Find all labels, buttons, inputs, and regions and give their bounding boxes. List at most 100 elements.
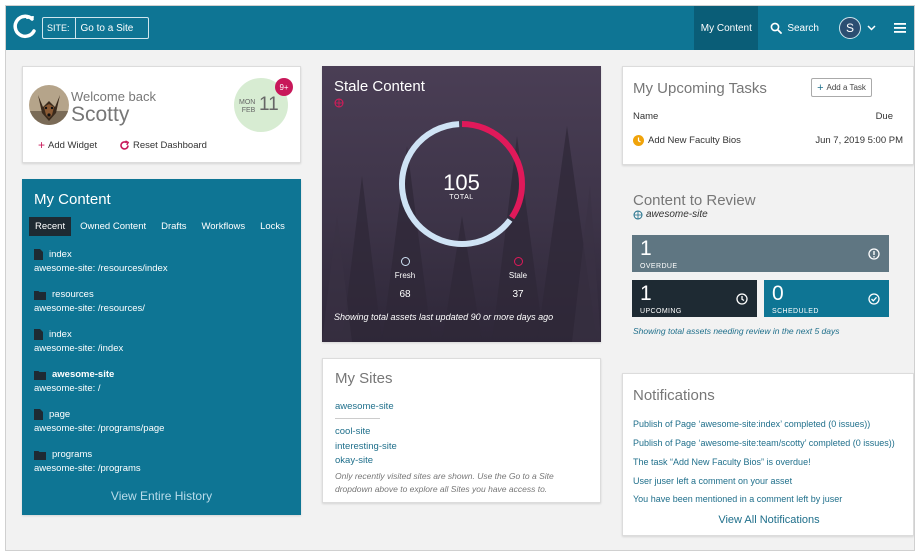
notifications-widget: Notifications Publish of Page ‘awesome-s… [622,373,914,536]
list-item-path: awesome-site: /programs [34,463,141,474]
list-item[interactable]: resources awesome-site: /resources/ [34,289,145,314]
upcoming-tasks-title: My Upcoming Tasks [633,80,767,97]
list-item-name: resources [52,289,94,300]
column-header-name: Name [633,111,659,122]
cascade-logo-icon[interactable] [12,14,38,40]
notification-item[interactable]: User juser left a comment on your asset [633,476,792,486]
overdue-label: OVERDUE [640,263,678,270]
sites-note: Only recently visited sites are shown. U… [335,471,554,494]
total-count: 105 [443,170,480,195]
user-name: Scotty [71,103,130,126]
welcome-card: Welcome back Scotty MON FEB 11 9+ + Add … [22,66,301,163]
site-selector-label: SITE: [43,18,76,38]
scheduled-label: SCHEDULED [772,308,819,315]
scheduled-review-tile[interactable]: 0 SCHEDULED [764,280,889,317]
stale-caption: Showing total assets last updated 90 or … [334,312,554,322]
notification-item[interactable]: Publish of Page ‘awesome-site:team/scott… [633,438,895,448]
tab-workflows[interactable]: Workflows [195,217,251,236]
fresh-value: 68 [399,289,411,300]
site-link-awesome-site[interactable]: awesome-site [335,401,394,412]
fresh-label: Fresh [394,271,416,280]
notification-item[interactable]: The task “Add New Faculty Bios” is overd… [633,457,811,467]
date-day-number: 11 [259,94,279,115]
review-site-label: awesome-site [633,209,708,220]
plus-icon: + [817,81,824,94]
my-content-tabs: Recent Owned Content Drafts Workflows Lo… [29,217,294,236]
review-note: Showing total assets needing review in t… [633,326,840,336]
add-widget-button[interactable]: + Add Widget [33,136,103,154]
folder-icon [34,290,46,300]
list-item[interactable]: index awesome-site: /index [34,329,123,354]
list-item-path: awesome-site: /index [34,343,124,354]
list-item-name: index [49,329,72,340]
file-icon [34,409,43,420]
legend-stale: Stale 37 [498,257,538,300]
reset-dashboard-button[interactable]: Reset Dashboard [114,136,212,154]
content-to-review-title: Content to Review [633,192,756,209]
clock-icon [736,292,748,305]
view-all-notifications-link[interactable]: View All Notifications [623,514,914,526]
total-label: TOTAL [449,194,474,201]
check-circle-icon [868,292,880,305]
stale-content-widget: Stale Content 105 TOTAL Fresh 68 Stale 3… [322,66,601,342]
my-content-widget: My Content Recent Owned Content Drafts W… [22,179,301,515]
view-entire-history-link[interactable]: View Entire History [22,489,301,503]
hamburger-menu-icon[interactable] [894,23,906,33]
table-row[interactable]: Add New Faculty Bios Jun 7, 2019 5:00 PM [633,135,903,146]
upcoming-label: UPCOMING [640,308,682,315]
column-header-due: Due [875,111,893,122]
task-name[interactable]: Add New Faculty Bios [648,135,741,146]
my-sites-widget: My Sites awesome-site cool-site interest… [322,358,601,503]
add-task-button[interactable]: + Add a Task [811,78,872,97]
site-link-interesting-site[interactable]: interesting-site [335,441,397,452]
globe-icon [633,210,643,219]
list-item[interactable]: programs awesome-site: /programs [34,449,141,474]
reset-dashboard-label: Reset Dashboard [133,139,207,151]
my-sites-title: My Sites [335,370,393,387]
alert-circle-icon [868,247,880,260]
nav-my-content[interactable]: My Content [694,6,759,50]
list-item[interactable]: awesome-site awesome-site: / [34,369,114,394]
date-month: FEB [241,107,256,114]
list-item[interactable]: page awesome-site: /programs/page [34,409,164,434]
user-avatar[interactable]: S [839,17,861,39]
list-item-name: page [49,409,71,420]
tab-locks[interactable]: Locks [254,217,291,236]
list-item-name: index [49,249,72,260]
top-navigation-bar: SITE: Go to a Site My Content Search S [6,6,914,50]
file-icon [34,329,43,340]
add-widget-label: Add Widget [48,139,98,151]
overdue-review-tile[interactable]: 1 OVERDUE [632,235,889,272]
tab-recent[interactable]: Recent [29,217,72,236]
fresh-dot [400,257,410,266]
stale-value: 37 [512,289,524,300]
plus-icon: + [38,138,46,152]
site-link-cool-site[interactable]: cool-site [335,426,370,437]
upcoming-tasks-widget: My Upcoming Tasks + Add a Task Name Due … [622,66,914,165]
add-task-label: Add a Task [826,83,866,92]
site-link-okay-site[interactable]: okay-site [335,455,373,466]
date-weekday-month: MON FEB [239,99,255,115]
site-selector-input[interactable]: Go to a Site [76,23,134,34]
sites-divider [335,418,380,419]
my-content-title: My Content [34,191,111,208]
notification-item[interactable]: You have been mentioned in a comment lef… [633,494,842,504]
list-item-name: programs [52,449,93,460]
search-icon [770,22,783,34]
list-item[interactable]: index awesome-site: /resources/index [34,249,168,274]
tab-drafts[interactable]: Drafts [155,217,192,236]
clock-icon [633,135,644,146]
overdue-count: 1 [640,237,652,260]
site-selector[interactable]: SITE: Go to a Site [42,17,149,39]
notification-count-badge[interactable]: 9+ [275,78,293,96]
chevron-down-icon[interactable] [867,25,876,31]
notification-item[interactable]: Publish of Page ‘awesome-site:index’ com… [633,419,870,429]
scheduled-count: 0 [772,282,784,305]
review-site-name: awesome-site [646,209,708,220]
file-icon [34,249,43,260]
tab-owned-content[interactable]: Owned Content [74,217,152,236]
folder-icon [34,450,46,460]
nav-search[interactable]: Search [770,22,819,34]
app-window: SITE: Go to a Site My Content Search S W… [5,5,915,551]
upcoming-review-tile[interactable]: 1 UPCOMING [632,280,757,317]
